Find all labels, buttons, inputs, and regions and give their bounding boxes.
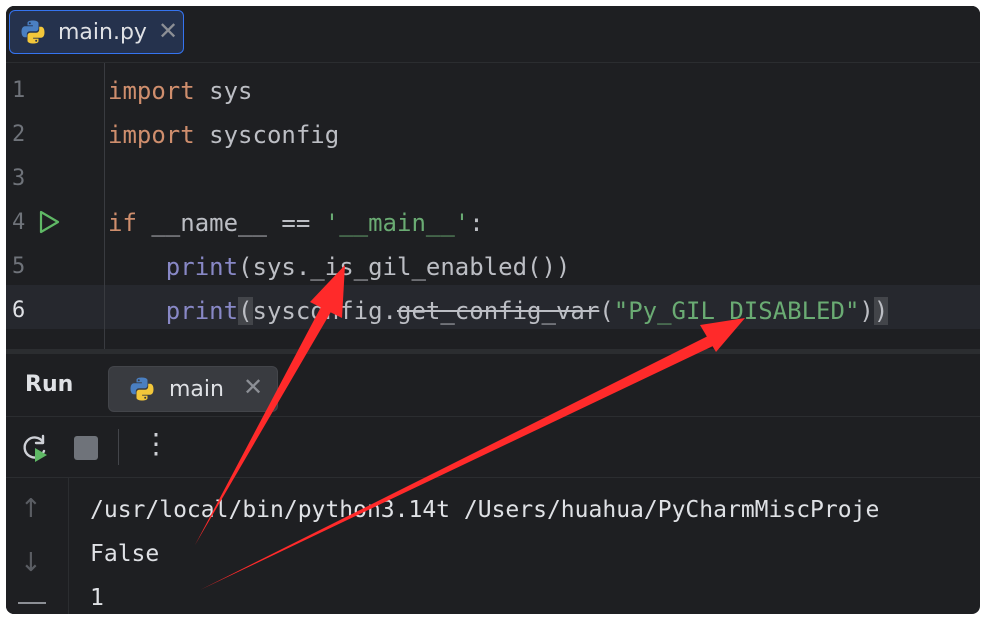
code-line-4: if __name__ == '__main__': xyxy=(108,201,484,245)
code-text: __name__ == xyxy=(136,209,325,237)
console-line-output: False xyxy=(90,541,160,567)
code-text: sysconfig. xyxy=(252,297,398,325)
run-toolbar: ⋮ xyxy=(6,417,980,478)
console-line-output: 1 xyxy=(90,585,104,611)
indent-guide xyxy=(104,63,105,349)
run-panel-header: Run main ✕ xyxy=(6,354,980,417)
ide-window: main.py ✕ 1 2 3 4 5 6 import sys import … xyxy=(6,6,980,614)
run-tab-label: main xyxy=(169,377,224,402)
code-text: ( xyxy=(599,297,614,325)
rerun-icon[interactable] xyxy=(20,433,50,463)
stop-icon[interactable] xyxy=(74,436,98,460)
python-icon xyxy=(21,20,45,44)
string-literal: "Py_GIL_DISABLED" xyxy=(613,297,860,325)
run-panel-title: Run xyxy=(25,372,74,397)
close-icon[interactable]: ✕ xyxy=(243,373,263,401)
code-text: sys xyxy=(194,77,253,105)
line-number: 2 xyxy=(12,122,26,147)
code-line-5: print(sys._is_gil_enabled()) xyxy=(108,245,571,289)
scroll-up-icon[interactable]: ↑ xyxy=(20,494,42,524)
console-line-command: /usr/local/bin/python3.14t /Users/huahua… xyxy=(90,497,880,523)
code-text: : xyxy=(469,209,484,237)
soft-wrap-icon[interactable] xyxy=(18,602,46,604)
editor-tab-bar: main.py ✕ xyxy=(6,6,980,63)
toolbar-divider xyxy=(118,429,119,465)
line-number: 3 xyxy=(12,166,26,191)
code-line-6: print(sysconfig.get_config_var("Py_GIL_D… xyxy=(108,289,889,333)
editor-tab-main-py[interactable]: main.py ✕ xyxy=(9,10,184,54)
run-tab-main[interactable]: main ✕ xyxy=(108,366,278,412)
python-icon xyxy=(130,377,154,401)
console-output[interactable]: /usr/local/bin/python3.14t /Users/huahua… xyxy=(90,478,980,614)
string-literal: '__main__' xyxy=(324,209,470,237)
close-icon[interactable]: ✕ xyxy=(158,17,178,45)
keyword: if xyxy=(108,209,137,237)
line-number: 5 xyxy=(12,254,26,279)
builtin-function: print xyxy=(165,297,239,325)
line-number: 6 xyxy=(12,298,26,323)
code-line-2: import sysconfig xyxy=(108,113,339,157)
code-line-1: import sys xyxy=(108,69,253,113)
matched-paren: ) xyxy=(873,297,889,325)
code-editor[interactable]: 1 2 3 4 5 6 import sys import sysconfig … xyxy=(6,63,980,349)
code-text: ) xyxy=(859,297,874,325)
more-options-icon[interactable]: ⋮ xyxy=(142,427,170,460)
console-gutter: ↑ ↓ xyxy=(6,478,69,614)
deprecated-call: get_config_var xyxy=(397,297,600,325)
matched-paren: ( xyxy=(238,297,253,325)
run-gutter-icon[interactable] xyxy=(36,209,62,235)
editor-tab-label: main.py xyxy=(58,20,147,45)
code-text: sysconfig xyxy=(194,121,340,149)
keyword: import xyxy=(108,77,195,105)
scroll-down-icon[interactable]: ↓ xyxy=(20,548,42,578)
keyword: import xyxy=(108,121,195,149)
code-text: (sys._is_gil_enabled()) xyxy=(238,253,571,281)
line-number: 1 xyxy=(12,78,26,103)
builtin-function: print xyxy=(165,253,239,281)
